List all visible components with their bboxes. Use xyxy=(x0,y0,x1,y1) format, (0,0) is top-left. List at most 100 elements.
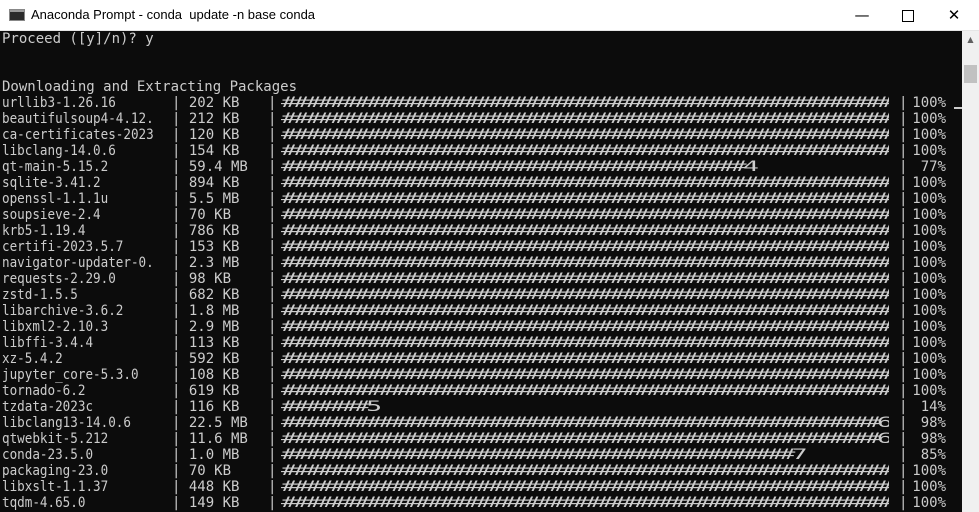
bar-end-separator xyxy=(899,287,907,303)
package-name: tqdm-4.65.0 xyxy=(2,495,86,511)
progress-bar: ########################################… xyxy=(281,271,889,287)
bar-end-separator xyxy=(899,159,907,175)
bar-end-separator xyxy=(899,415,907,431)
package-size: 894 KB xyxy=(172,175,240,191)
progress-hashes: ########################################… xyxy=(281,319,889,335)
package-name: soupsieve-2.4 xyxy=(2,207,101,223)
bar-end-separator xyxy=(899,111,907,127)
progress-hashes: ########################################… xyxy=(281,287,889,303)
package-percent: 100% xyxy=(912,191,946,207)
package-row: tzdata-2023c 116 KB #######5 14% xyxy=(0,399,962,415)
package-size: 70 KB xyxy=(172,207,231,223)
package-name: xz-5.4.2 xyxy=(2,351,63,367)
package-row: libxml2-2.10.3 2.9 MB ####################… xyxy=(0,319,962,335)
close-button[interactable]: ✕ xyxy=(931,0,977,30)
package-name: certifi-2023.5.7 xyxy=(2,239,124,255)
progress-bar: ########################################… xyxy=(281,383,889,399)
package-row: qtwebkit-5.212 11.6 MB ###################… xyxy=(0,431,962,447)
package-row: jupyter_core-5.3.0 108 KB ################… xyxy=(0,367,962,383)
package-size: 98 KB xyxy=(172,271,231,287)
bar-end-separator xyxy=(899,399,907,415)
progress-bar: ######################################4 xyxy=(281,159,889,175)
bar-end-separator xyxy=(899,255,907,271)
progress-hashes: ######################################4 xyxy=(281,159,759,175)
package-row: krb5-1.19.4 786 KB #######################… xyxy=(0,223,962,239)
maximize-button[interactable] xyxy=(885,0,931,30)
package-name: libarchive-3.6.2 xyxy=(2,303,124,319)
minimize-button[interactable]: — xyxy=(839,0,885,30)
progress-bar: ########################################… xyxy=(281,127,889,143)
package-percent: 100% xyxy=(912,111,946,127)
scroll-up-arrow-icon[interactable]: ▲ xyxy=(962,31,979,48)
bar-end-separator xyxy=(899,447,907,463)
bar-end-separator xyxy=(899,463,907,479)
package-row: navigator-updater-0. 2.3 MB ##############… xyxy=(0,255,962,271)
package-name: sqlite-3.41.2 xyxy=(2,175,101,191)
progress-hashes: ########################################… xyxy=(281,463,889,479)
progress-hashes: ########################################… xyxy=(281,479,889,495)
package-percent: 100% xyxy=(912,495,946,511)
scroll-thumb[interactable] xyxy=(964,65,977,83)
vertical-scrollbar[interactable]: ▲ xyxy=(962,31,979,512)
package-row: ca-certificates-2023 120 KB ##############… xyxy=(0,127,962,143)
progress-bar: ########################################… xyxy=(281,143,889,159)
prompt-line: Proceed ([y]/n)? y xyxy=(2,31,154,47)
console-line: Proceed ([y]/n)? y xyxy=(0,31,962,47)
bar-end-separator xyxy=(899,319,907,335)
console-output[interactable]: Proceed ([y]/n)? y Downloading and Extra… xyxy=(0,31,962,512)
package-name: qtwebkit-5.212 xyxy=(2,431,109,447)
progress-hashes: ########################################… xyxy=(281,351,889,367)
progress-bar: ########################################… xyxy=(281,463,889,479)
package-row: sqlite-3.41.2 894 KB #####################… xyxy=(0,175,962,191)
progress-bar: ########################################… xyxy=(281,447,889,463)
package-percent: 100% xyxy=(912,463,946,479)
package-name: beautifulsoup4-4.12. xyxy=(2,111,154,127)
progress-hashes: ########################################… xyxy=(281,303,889,319)
close-icon: ✕ xyxy=(947,6,961,24)
bar-end-separator xyxy=(899,367,907,383)
package-row: certifi-2023.5.7 153 KB ##################… xyxy=(0,239,962,255)
package-size: 2.3 MB xyxy=(172,255,240,271)
package-name: tornado-6.2 xyxy=(2,383,86,399)
package-row: packaging-23.0 70 KB #####################… xyxy=(0,463,962,479)
package-percent: 77% xyxy=(920,159,946,175)
package-size: 22.5 MB xyxy=(172,415,248,431)
bar-end-separator xyxy=(899,431,907,447)
package-size: 1.0 MB xyxy=(172,447,240,463)
maximize-icon xyxy=(902,9,914,22)
progress-hashes: ########################################… xyxy=(281,383,889,399)
package-size: 592 KB xyxy=(172,351,240,367)
progress-hashes: ########################################… xyxy=(281,415,889,431)
progress-hashes: ########################################… xyxy=(281,95,889,111)
package-row: libffi-3.4.4 113 KB ######################… xyxy=(0,335,962,351)
progress-bar: ########################################… xyxy=(281,303,889,319)
progress-bar: ########################################… xyxy=(281,175,889,191)
title-bar[interactable]: Anaconda Prompt - conda update -n base c… xyxy=(0,0,979,31)
package-name: zstd-1.5.5 xyxy=(2,287,78,303)
package-size: 59.4 MB xyxy=(172,159,248,175)
progress-hashes: ########################################… xyxy=(281,495,889,511)
bar-end-separator xyxy=(899,223,907,239)
text-cursor xyxy=(954,107,962,109)
package-size: 202 KB xyxy=(172,95,240,111)
package-percent: 100% xyxy=(912,239,946,255)
progress-bar: ########################################… xyxy=(281,111,889,127)
progress-bar: ########################################… xyxy=(281,95,889,111)
package-size: 120 KB xyxy=(172,127,240,143)
package-percent: 14% xyxy=(920,399,946,415)
bar-end-separator xyxy=(899,271,907,287)
package-name: conda-23.5.0 xyxy=(2,447,94,463)
window-title: Anaconda Prompt - conda update -n base c… xyxy=(31,7,316,22)
package-name: jupyter_core-5.3.0 xyxy=(2,367,139,383)
package-percent: 100% xyxy=(912,287,946,303)
package-size: 11.6 MB xyxy=(172,431,248,447)
package-name: libxslt-1.1.37 xyxy=(2,479,109,495)
package-percent: 100% xyxy=(912,95,946,111)
progress-bar: ########################################… xyxy=(281,239,889,255)
package-percent: 100% xyxy=(912,303,946,319)
progress-hashes: ########################################… xyxy=(281,335,889,351)
download-header: Downloading and Extracting Packages xyxy=(2,79,298,95)
package-size: 70 KB xyxy=(172,463,231,479)
